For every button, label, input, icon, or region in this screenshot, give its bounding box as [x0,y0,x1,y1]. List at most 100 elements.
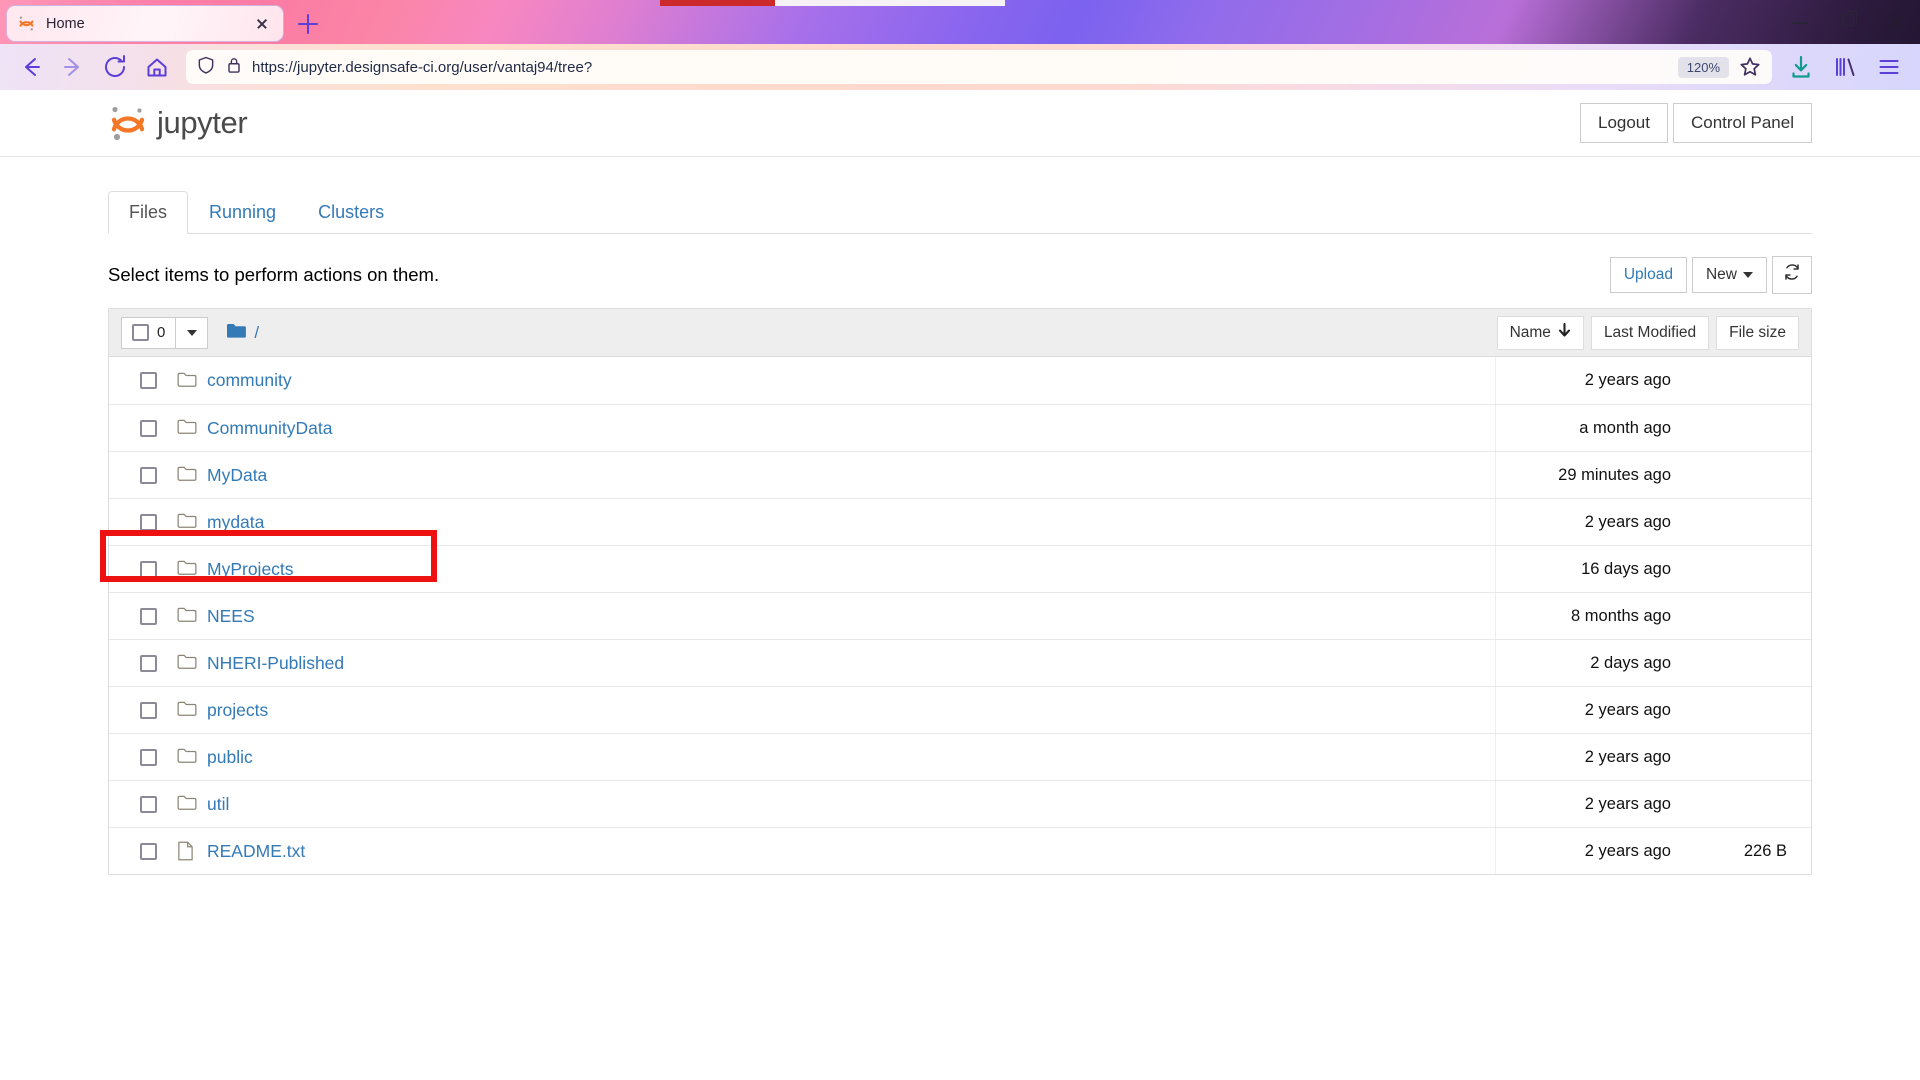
row-checkbox[interactable] [140,513,157,531]
folder-icon [177,418,197,438]
browser-tab-home[interactable]: Home [6,5,284,42]
row-checkbox[interactable] [140,372,157,389]
last-modified-cell: 2 years ago [1495,498,1691,546]
url-bar[interactable]: https://jupyter.designsafe-ci.org/user/v… [186,50,1772,84]
tab-running[interactable]: Running [188,191,297,234]
download-icon[interactable] [1780,46,1822,88]
table-row[interactable]: NHERI-Published 2 days ago [109,639,1811,687]
breadcrumb: / [226,322,259,344]
table-row[interactable]: MyData 29 minutes ago [109,451,1811,499]
file-icon [177,841,197,861]
last-modified-cell: 16 days ago [1495,545,1691,593]
row-checkbox[interactable] [140,419,157,437]
lock-icon[interactable] [225,55,243,80]
reload-icon[interactable] [94,46,136,88]
file-name-link[interactable]: NHERI-Published [207,653,344,674]
file-name-link[interactable]: CommunityData [207,418,332,439]
jupyter-body: Files Running Clusters Select items to p… [0,190,1920,875]
sort-by-file-size-button[interactable]: File size [1716,315,1799,350]
select-dropdown-button[interactable] [176,316,209,349]
file-list-rows: community 2 years ago CommunityData a month… [109,357,1811,875]
jupyter-logo-text: jupyter [157,105,248,140]
folder-icon [177,465,197,485]
close-icon[interactable] [251,13,273,35]
refresh-button[interactable] [1772,256,1812,294]
table-row[interactable]: NEES 8 months ago [109,592,1811,640]
last-modified-cell: 2 days ago [1495,639,1691,687]
last-modified-cell: 2 years ago [1495,780,1691,828]
row-checkbox[interactable] [140,701,157,719]
logout-button[interactable]: Logout [1579,102,1668,144]
row-checkbox[interactable] [140,466,157,484]
folder-icon [177,794,197,814]
table-row[interactable]: community 2 years ago [109,357,1811,404]
folder-icon [177,700,197,720]
sort-by-last-modified-button[interactable]: Last Modified [1590,315,1710,350]
file-name-link[interactable]: mydata [207,512,264,533]
folder-icon [177,747,197,767]
folder-icon [177,606,197,626]
refresh-icon [1783,264,1801,285]
file-name-link[interactable]: community [207,370,292,391]
file-name-link[interactable]: NEES [207,606,255,627]
forward-arrow-icon[interactable] [52,46,94,88]
sort-controls: Name Last Modified File size [1496,315,1799,350]
close-icon[interactable] [1872,0,1920,44]
select-all-checkbox[interactable] [132,324,149,341]
breadcrumb-root[interactable]: / [254,323,259,343]
library-icon[interactable] [1824,46,1866,88]
tab-clusters[interactable]: Clusters [297,191,405,234]
row-checkbox[interactable] [140,560,157,578]
table-row[interactable]: mydata 2 years ago [109,498,1811,546]
selected-count: 0 [157,324,166,341]
last-modified-cell: 8 months ago [1495,592,1691,640]
row-checkbox[interactable] [140,607,157,625]
minimize-icon[interactable] [1776,0,1824,44]
new-button[interactable]: New [1691,257,1767,293]
star-icon[interactable] [1738,55,1762,79]
main-tabs: Files Running Clusters [108,190,1812,234]
chevron-down-icon [186,329,197,336]
header-actions: Logout Control Panel [1579,102,1812,144]
folder-icon [177,559,197,579]
file-name-link[interactable]: projects [207,700,268,721]
arrow-down-icon [1558,322,1571,343]
folder-icon[interactable] [226,322,247,344]
row-checkbox[interactable] [140,795,157,813]
control-panel-button[interactable]: Control Panel [1672,102,1812,144]
file-name-link[interactable]: MyProjects [207,559,294,580]
file-name-link[interactable]: public [207,747,253,768]
table-row[interactable]: README.txt 2 years ago 226 B [109,827,1811,875]
back-arrow-icon[interactable] [10,46,52,88]
tab-files[interactable]: Files [108,190,189,234]
folder-icon [177,371,197,391]
upload-button[interactable]: Upload [1609,257,1687,293]
file-list-header: 0 / Name Last Modified File size [109,309,1811,357]
table-row[interactable]: MyProjects 16 days ago [109,545,1811,593]
file-name-link[interactable]: README.txt [207,841,305,862]
table-row[interactable]: projects 2 years ago [109,686,1811,734]
zoom-level-badge[interactable]: 120% [1677,56,1729,78]
sort-by-name-button[interactable]: Name [1496,315,1584,350]
home-icon[interactable] [136,46,178,88]
table-row[interactable]: CommunityData a month ago [109,404,1811,452]
jupyter-logo[interactable]: jupyter [108,102,248,144]
last-modified-cell: 2 years ago [1495,357,1691,404]
file-name-link[interactable]: MyData [207,465,267,486]
browser-tab-bar: Home [0,0,1920,44]
last-modified-cell: 2 years ago [1495,686,1691,734]
row-checkbox[interactable] [140,654,157,672]
file-name-link[interactable]: util [207,794,229,815]
row-checkbox[interactable] [140,842,157,860]
recording-indicator [660,0,1005,6]
select-all-checkbox-button[interactable]: 0 [121,316,177,349]
plus-icon[interactable] [294,10,322,38]
new-button-label: New [1705,266,1737,284]
hamburger-menu-icon[interactable] [1868,46,1910,88]
row-checkbox[interactable] [140,748,157,766]
url-text[interactable]: https://jupyter.designsafe-ci.org/user/v… [252,59,1669,76]
maximize-icon[interactable] [1824,0,1872,44]
shield-icon[interactable] [196,55,216,80]
table-row[interactable]: util 2 years ago [109,780,1811,828]
table-row[interactable]: public 2 years ago [109,733,1811,781]
